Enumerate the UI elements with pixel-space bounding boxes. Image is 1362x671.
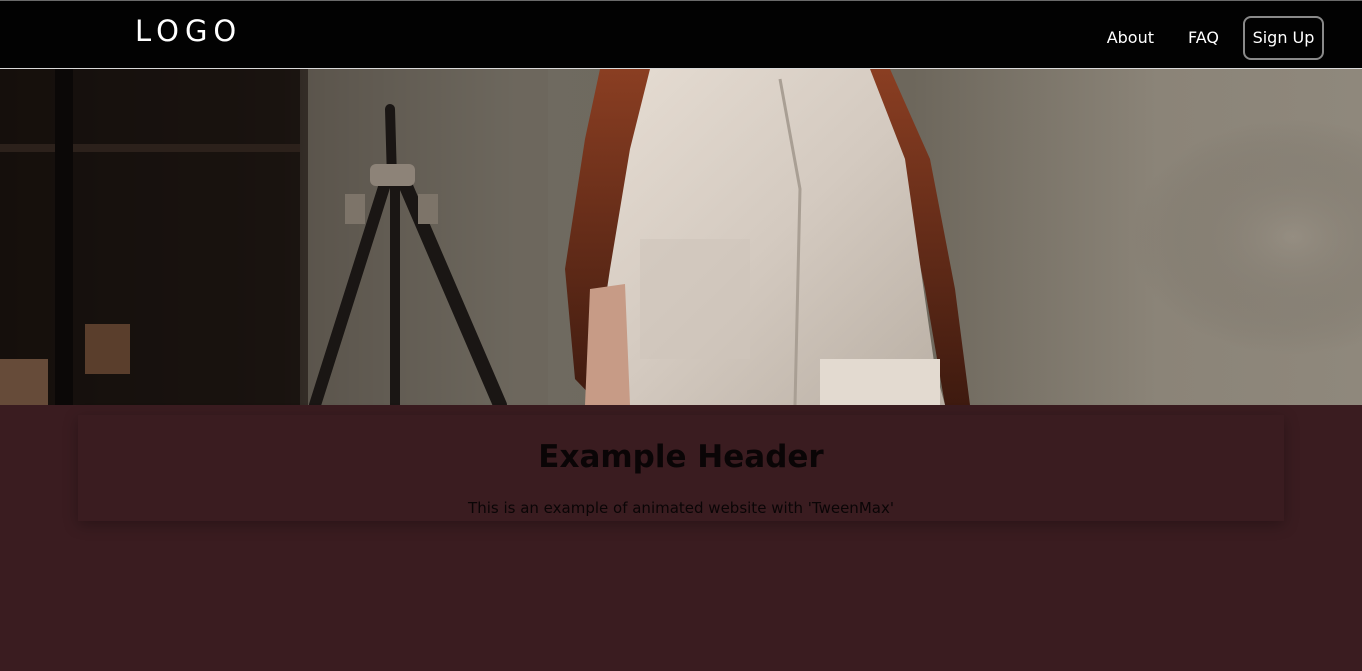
navbar: LOGO About FAQ Sign Up bbox=[0, 0, 1362, 69]
content-card: Example Header This is an example of ani… bbox=[78, 415, 1284, 521]
main-content: Example Header This is an example of ani… bbox=[0, 405, 1362, 671]
nav-link-about[interactable]: About bbox=[1107, 28, 1154, 48]
card-title: Example Header bbox=[538, 439, 824, 475]
nav-link-faq[interactable]: FAQ bbox=[1188, 28, 1219, 48]
sign-up-button[interactable]: Sign Up bbox=[1243, 16, 1324, 60]
card-text: This is an example of animated website w… bbox=[468, 499, 894, 517]
hero-image bbox=[0, 69, 1362, 405]
logo[interactable]: LOGO bbox=[135, 14, 242, 48]
nav-links: About FAQ Sign Up bbox=[1073, 16, 1324, 60]
hero-photo bbox=[0, 69, 1362, 405]
